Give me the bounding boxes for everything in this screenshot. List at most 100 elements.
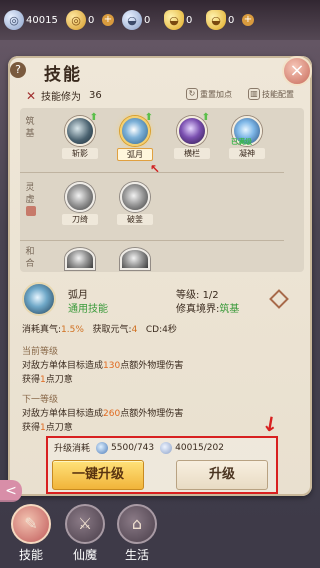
config-label: 技能配置	[262, 89, 294, 99]
skill-zhanying[interactable]: ⬆ 斩影	[62, 112, 98, 159]
back-button[interactable]: <	[0, 480, 22, 502]
pointer-arrow-icon: ↖	[150, 162, 161, 176]
add-icon[interactable]: +	[242, 14, 254, 26]
nav-label: 技能	[18, 548, 43, 562]
selected-skill-icon	[22, 282, 56, 316]
currency-amount: 0	[144, 14, 151, 26]
skill-icon	[65, 248, 95, 270]
refresh-icon: ↻	[186, 88, 198, 100]
text: 点刀意	[45, 423, 73, 433]
spirit-icon	[96, 441, 109, 454]
upgrade-button[interactable]: 升级	[176, 460, 268, 490]
row-label-zhuji: 筑基	[25, 117, 35, 139]
currency-amount: 40015	[26, 14, 58, 26]
skill-config-button[interactable]: ▥ 技能配置	[248, 88, 294, 100]
immortal-demon-icon: ⚔	[65, 504, 105, 544]
divider	[20, 172, 284, 173]
currency-gold-ingot-2[interactable]: ◒ 0 +	[206, 9, 254, 31]
book-icon: ▥	[248, 88, 260, 100]
currency-gold-ingot: ◒ 0	[164, 9, 198, 31]
consume-label: 消耗真气:	[22, 325, 62, 335]
skill-icon	[120, 248, 150, 270]
gain-label: 获取元气:	[92, 325, 132, 335]
gold-ingot-icon: ◒	[164, 10, 184, 30]
skill-henglan[interactable]: ⬆ 横栏	[174, 112, 210, 159]
silver-coin-icon: ◎	[4, 10, 24, 30]
skill-icon: ✎	[11, 504, 51, 544]
divider	[20, 240, 284, 241]
skill-daoqi[interactable]: 刀绮	[62, 182, 98, 225]
currency-gold[interactable]: ◎ 0 +	[66, 9, 114, 31]
cultivation-value: 36	[89, 90, 102, 101]
text: 获得	[22, 375, 41, 385]
text: 点刀意	[45, 375, 73, 385]
skill-pofu[interactable]: 破釜	[117, 182, 153, 225]
upgrade-arrow-icon: ⬆	[144, 112, 153, 123]
reset-points-button[interactable]: ↻ 重置加点	[186, 88, 232, 100]
skill-name: 刀绮	[62, 214, 98, 225]
max-level-badge: 已满级	[231, 138, 252, 146]
page-title: 技能	[44, 65, 82, 85]
consume-value: 1.5%	[61, 325, 84, 335]
cultivation-label: 技能修为	[41, 92, 81, 103]
skill-name: 斩影	[62, 148, 98, 159]
skill-name: 破釜	[117, 214, 153, 225]
life-icon: ⌂	[117, 504, 157, 544]
skill-stats: 消耗真气:1.5% 获取元气:4 CD:4秒	[22, 322, 177, 335]
reset-label: 重置加点	[200, 89, 232, 99]
skill-name: 弧月	[117, 148, 153, 161]
skill-detail-name: 弧月	[68, 290, 88, 301]
upgrade-arrow-icon: ⬆	[201, 112, 210, 123]
row-label-lingxu: 灵虚	[25, 183, 35, 205]
text: 获得	[22, 423, 41, 433]
nav-life[interactable]: ⌂ 生活	[112, 504, 162, 563]
currency-amount: 0	[88, 14, 95, 26]
cultivation: ✕ 技能修为 36	[26, 88, 102, 104]
lock-icon	[26, 206, 36, 216]
skill-row3-b[interactable]	[117, 248, 153, 270]
silver-ingot-icon: ◒	[122, 10, 142, 30]
currency-bar: ◎ 40015 ◎ 0 + ◒ 0 ◒ 0 ◒ 0 +	[0, 0, 320, 40]
skill-level: 等级: 1/2	[176, 286, 219, 301]
help-icon[interactable]: ?	[10, 62, 26, 78]
skill-huyue[interactable]: ⬆ 弧月	[117, 112, 153, 161]
cross-swords-icon: ✕	[26, 88, 37, 103]
nav-skill[interactable]: ✎ 技能	[6, 504, 56, 563]
upgrade-arrow-icon: ⬆	[89, 112, 98, 123]
one-click-upgrade-button[interactable]: 一键升级	[52, 460, 144, 490]
realm-value: 筑基	[219, 304, 240, 315]
current-effect-line: 对敌方单体目标造成130点额外物理伤害	[22, 358, 183, 371]
next-effect-line: 对敌方单体目标造成260点额外物理伤害	[22, 406, 183, 419]
add-icon[interactable]: +	[102, 14, 114, 26]
current-effect-line: 获得1点刀意	[22, 372, 73, 385]
cd-value: 4秒	[162, 325, 177, 335]
nav-immortal-demon[interactable]: ⚔ 仙魔	[60, 504, 110, 563]
upgrade-cost: 升级消耗 5500/743 40015/202	[54, 441, 224, 454]
realm-label: 修真境界:	[176, 304, 220, 315]
close-button[interactable]: ×	[282, 56, 312, 86]
currency-amount: 0	[186, 14, 193, 26]
gold-ingot-icon: ◒	[206, 10, 226, 30]
nav-label: 仙魔	[72, 548, 97, 562]
skill-ningshen[interactable]: 已满级 凝神	[229, 116, 265, 159]
nav-label: 生活	[124, 548, 149, 562]
silver-coin-icon	[160, 441, 173, 454]
gain-value: 4	[131, 325, 138, 335]
next-level-title: 下一等级	[22, 395, 59, 405]
text: 点额外物理伤害	[120, 361, 184, 371]
currency-amount: 0	[228, 14, 235, 26]
text: 对敌方单体目标造成	[22, 361, 104, 371]
damage-value: 130	[103, 361, 121, 371]
skill-icon	[120, 182, 150, 212]
damage-value: 260	[103, 409, 121, 419]
cd-label: CD:	[145, 325, 163, 335]
skill-name: 横栏	[174, 148, 210, 159]
next-effect-line: 获得1点刀意	[22, 420, 73, 433]
cost-value: 40015/202	[175, 442, 224, 453]
realm-requirement: 修真境界:筑基	[176, 300, 239, 315]
skill-type: 通用技能	[68, 304, 108, 315]
text: 点额外物理伤害	[120, 409, 184, 419]
cost-value: 5500/743	[111, 442, 155, 453]
gold-coin-icon: ◎	[66, 10, 86, 30]
skill-row3-a[interactable]	[62, 248, 98, 270]
